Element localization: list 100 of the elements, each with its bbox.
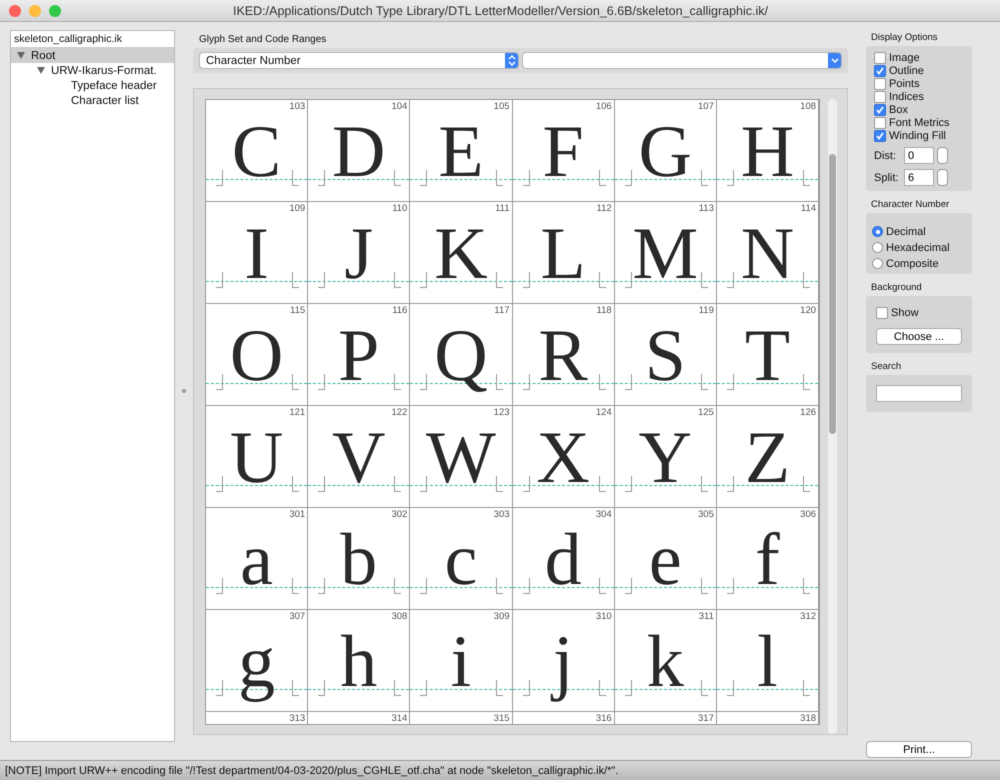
sidebearing-mark-icon xyxy=(522,578,530,594)
checkbox[interactable] xyxy=(874,64,886,76)
glyph-cell[interactable]: 117 Q xyxy=(410,304,513,406)
glyph-cell[interactable]: 108 H xyxy=(716,100,820,202)
glyph-cell[interactable]: 104 D xyxy=(308,100,410,202)
sidebearing-mark-icon xyxy=(522,374,530,390)
glyph-cell[interactable]: 114 N xyxy=(716,202,820,304)
glyph-cell[interactable]: 309 i xyxy=(410,610,513,712)
glyph-cell[interactable]: 110 J xyxy=(308,202,410,304)
character-number: 304 xyxy=(596,509,612,520)
character-number: 123 xyxy=(494,407,510,418)
glyph-cell[interactable]: 123 W xyxy=(410,406,513,508)
sidebearing-mark-icon xyxy=(802,578,810,594)
tree-item[interactable]: Root xyxy=(11,48,174,63)
character-number: 105 xyxy=(494,101,510,112)
glyph-cell[interactable]: 306 f xyxy=(716,508,820,610)
glyph-cell[interactable]: 106 F xyxy=(512,100,615,202)
character-number: 310 xyxy=(596,611,612,622)
glyph: J xyxy=(344,217,374,291)
checkbox[interactable] xyxy=(874,130,886,142)
character-number: 119 xyxy=(698,305,714,316)
character-number: 115 xyxy=(290,305,306,316)
splitter-handle-icon[interactable] xyxy=(182,389,186,393)
sidebearing-mark-icon xyxy=(394,476,402,492)
window-title: IKED:/Applications/Dutch Type Library/DTL LetterModeller/Version_6.6B/skeleton_calligraphic.ik/ xyxy=(232,4,769,18)
radio-button[interactable] xyxy=(872,242,883,253)
radio-button[interactable] xyxy=(872,258,883,269)
sidebearing-mark-icon xyxy=(726,374,734,390)
glyph-cell[interactable]: 303 c xyxy=(410,508,513,610)
tree-item[interactable]: Typeface header xyxy=(11,78,174,93)
search-field[interactable] xyxy=(876,385,962,402)
checkbox[interactable] xyxy=(874,90,886,102)
glyph-cell[interactable]: 301 a xyxy=(206,508,308,610)
glyph-cell[interactable]: 115 O xyxy=(206,304,308,406)
glyph-cell[interactable]: 116 P xyxy=(308,304,410,406)
glyph-cell[interactable]: 305 e xyxy=(614,508,717,610)
scrollbar-track[interactable] xyxy=(828,99,837,734)
sidebearing-mark-icon xyxy=(624,272,632,288)
glyph-cell[interactable]: 105 E xyxy=(410,100,513,202)
glyph-cell[interactable]: 103 C xyxy=(206,100,308,202)
print-button[interactable]: Print... xyxy=(866,741,972,758)
glyph-set-dropdown[interactable]: Character Number xyxy=(199,52,519,69)
sidebearing-mark-icon xyxy=(624,170,632,186)
code-range-dropdown[interactable] xyxy=(522,52,842,69)
zoom-icon[interactable] xyxy=(49,4,61,16)
glyph-cell[interactable]: 107 G xyxy=(614,100,717,202)
glyph: Q xyxy=(434,319,488,393)
tree-item[interactable]: URW-Ikarus-Format. xyxy=(11,63,174,78)
glyph-cell[interactable]: 126 Z xyxy=(716,406,820,508)
glyph-cell[interactable]: 121 U xyxy=(206,406,308,508)
sidebearing-mark-icon xyxy=(726,680,734,696)
radio-button[interactable] xyxy=(872,226,883,237)
close-icon[interactable] xyxy=(9,4,21,16)
character-number: 120 xyxy=(800,305,816,316)
stepper[interactable] xyxy=(937,147,948,164)
checkbox[interactable] xyxy=(874,52,886,64)
section-label: Glyph Set and Code Ranges xyxy=(199,34,328,45)
panel-title: Character Number xyxy=(871,199,950,210)
glyph-cell[interactable]: 302 b xyxy=(308,508,410,610)
glyph-cell[interactable]: 111 K xyxy=(410,202,513,304)
glyph: F xyxy=(542,115,584,189)
character-number: 309 xyxy=(494,611,510,622)
tree-item[interactable]: Character list xyxy=(11,93,174,108)
glyph-cell[interactable]: 122 V xyxy=(308,406,410,508)
glyph-cell[interactable]: 311 k xyxy=(614,610,717,712)
glyph-cell[interactable]: 304 d xyxy=(512,508,615,610)
character-number: 116 xyxy=(392,305,408,316)
glyph-cell[interactable]: 312 l xyxy=(716,610,820,712)
number-field[interactable]: 6 xyxy=(904,169,934,186)
character-number: 316 xyxy=(596,713,612,724)
glyph-cell[interactable]: 118 R xyxy=(512,304,615,406)
glyph: V xyxy=(332,421,386,495)
sidebearing-mark-icon xyxy=(496,374,504,390)
glyph: d xyxy=(544,523,582,597)
choose-button[interactable]: Choose ... xyxy=(876,328,962,345)
checkbox[interactable] xyxy=(876,306,888,318)
glyph: a xyxy=(240,523,273,597)
checkbox[interactable] xyxy=(874,104,886,116)
disclosure-triangle-icon[interactable] xyxy=(17,52,25,59)
glyph-cell[interactable]: 308 h xyxy=(308,610,410,712)
glyph-cell[interactable]: 307 g xyxy=(206,610,308,712)
glyph-cell[interactable]: 125 Y xyxy=(614,406,717,508)
glyph-cell[interactable]: 113 M xyxy=(614,202,717,304)
stepper[interactable] xyxy=(937,169,948,186)
checkbox[interactable] xyxy=(874,78,886,90)
sidebearing-mark-icon xyxy=(394,272,402,288)
sidebearing-mark-icon xyxy=(802,476,810,492)
character-number: 111 xyxy=(495,203,510,214)
glyph-cell[interactable]: 310 j xyxy=(512,610,615,712)
glyph: L xyxy=(540,217,586,291)
glyph-cell[interactable]: 120 T xyxy=(716,304,820,406)
glyph-cell[interactable]: 112 L xyxy=(512,202,615,304)
sidebearing-mark-icon xyxy=(802,374,810,390)
glyph-cell[interactable]: 109 I xyxy=(206,202,308,304)
glyph-cell[interactable]: 124 X xyxy=(512,406,615,508)
checkbox[interactable] xyxy=(874,116,886,128)
disclosure-triangle-icon[interactable] xyxy=(37,67,45,74)
number-field[interactable]: 0 xyxy=(904,147,934,164)
scrollbar-thumb[interactable] xyxy=(829,154,836,434)
glyph-cell[interactable]: 119 S xyxy=(614,304,717,406)
